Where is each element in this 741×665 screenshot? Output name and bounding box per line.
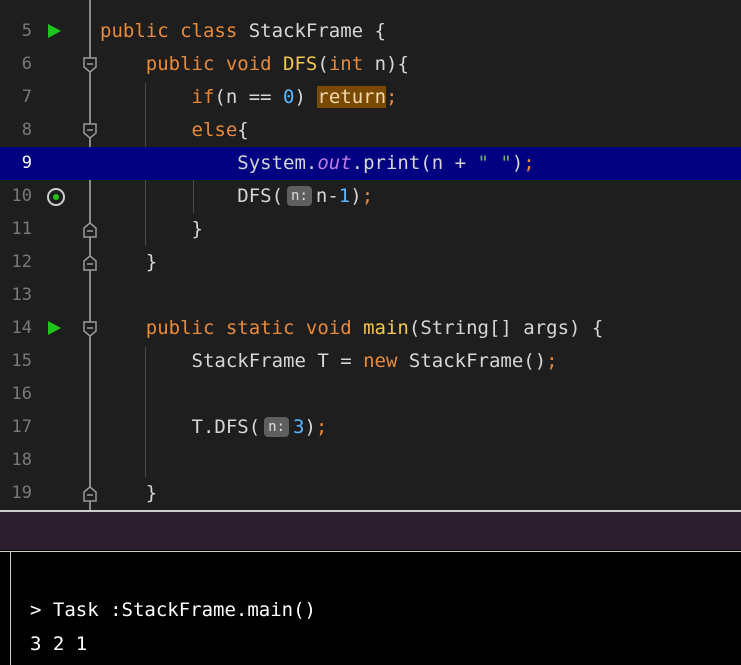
- run-panel-header: [0, 512, 741, 550]
- parameter-hint: n:: [264, 417, 290, 437]
- current-execution-line[interactable]: 9 System.out.print(n + " ");: [0, 147, 741, 180]
- code-text[interactable]: DFS(n: n-1);: [100, 180, 373, 213]
- fold-close-icon[interactable]: [83, 255, 97, 271]
- line-number: 13: [11, 285, 32, 305]
- code-line[interactable]: 10 DFS(n: n-1);: [0, 180, 741, 213]
- line-number: 9: [21, 153, 32, 173]
- line-number: 10: [11, 186, 32, 206]
- line-number: 5: [21, 21, 32, 41]
- line-number: 7: [21, 87, 32, 107]
- code-text[interactable]: public static void main(String[] args) {: [100, 312, 604, 345]
- code-line[interactable]: 6 public void DFS(int n){: [0, 48, 741, 81]
- code-text[interactable]: public void DFS(int n){: [100, 48, 409, 81]
- code-editor[interactable]: 5 public class StackFrame { 6 public voi…: [0, 0, 741, 510]
- line-number: 16: [11, 384, 32, 404]
- line-number: 6: [21, 54, 32, 74]
- code-text[interactable]: public class StackFrame {: [100, 15, 386, 48]
- code-line[interactable]: 15 StackFrame T = new StackFrame();: [0, 345, 741, 378]
- run-play-icon[interactable]: [48, 24, 61, 38]
- code-text[interactable]: }: [100, 477, 157, 510]
- line-number: 8: [21, 120, 32, 140]
- code-line[interactable]: 13: [0, 279, 741, 312]
- code-line[interactable]: 8 else{: [0, 114, 741, 147]
- code-text[interactable]: }: [100, 246, 157, 279]
- line-number: 14: [11, 318, 32, 338]
- line-number: 17: [11, 417, 32, 437]
- code-line[interactable]: 5 public class StackFrame {: [0, 15, 741, 48]
- code-line[interactable]: 7 if(n == 0) return;: [0, 81, 741, 114]
- code-line[interactable]: 17 T.DFS(n: 3);: [0, 411, 741, 444]
- code-text[interactable]: if(n == 0) return;: [100, 81, 397, 114]
- code-line[interactable]: 16: [0, 378, 741, 411]
- console-command-line: > Task :StackFrame.main(): [30, 599, 316, 621]
- fold-open-icon[interactable]: [83, 57, 97, 73]
- console-output: 3 2 1: [30, 633, 88, 655]
- parameter-hint: n:: [287, 186, 312, 206]
- fold-open-icon[interactable]: [83, 321, 97, 337]
- code-line[interactable]: 12 }: [0, 246, 741, 279]
- code-text[interactable]: else{: [100, 114, 249, 147]
- fold-close-icon[interactable]: [83, 222, 97, 238]
- code-text[interactable]: T.DFS(n: 3);: [100, 411, 328, 444]
- code-text[interactable]: StackFrame T = new StackFrame();: [100, 345, 558, 378]
- run-console[interactable]: > Task :StackFrame.main() 3 2 1: [0, 551, 741, 665]
- restart-frame-icon[interactable]: [47, 188, 65, 206]
- code-text[interactable]: System.out.print(n + " ");: [100, 147, 534, 180]
- console-side-strip: [0, 552, 11, 665]
- code-line[interactable]: 11 }: [0, 213, 741, 246]
- line-number: 12: [11, 252, 32, 272]
- code-line[interactable]: 14 public static void main(String[] args…: [0, 312, 741, 345]
- line-number: 19: [11, 483, 32, 503]
- code-line[interactable]: 18: [0, 444, 741, 477]
- line-number: 15: [11, 351, 32, 371]
- line-number: 18: [11, 450, 32, 470]
- code-line[interactable]: 19 }: [0, 477, 741, 510]
- fold-open-icon[interactable]: [83, 123, 97, 139]
- line-number: 11: [11, 219, 32, 239]
- run-play-icon[interactable]: [48, 321, 61, 335]
- fold-close-icon[interactable]: [83, 486, 97, 502]
- code-text[interactable]: }: [100, 213, 203, 246]
